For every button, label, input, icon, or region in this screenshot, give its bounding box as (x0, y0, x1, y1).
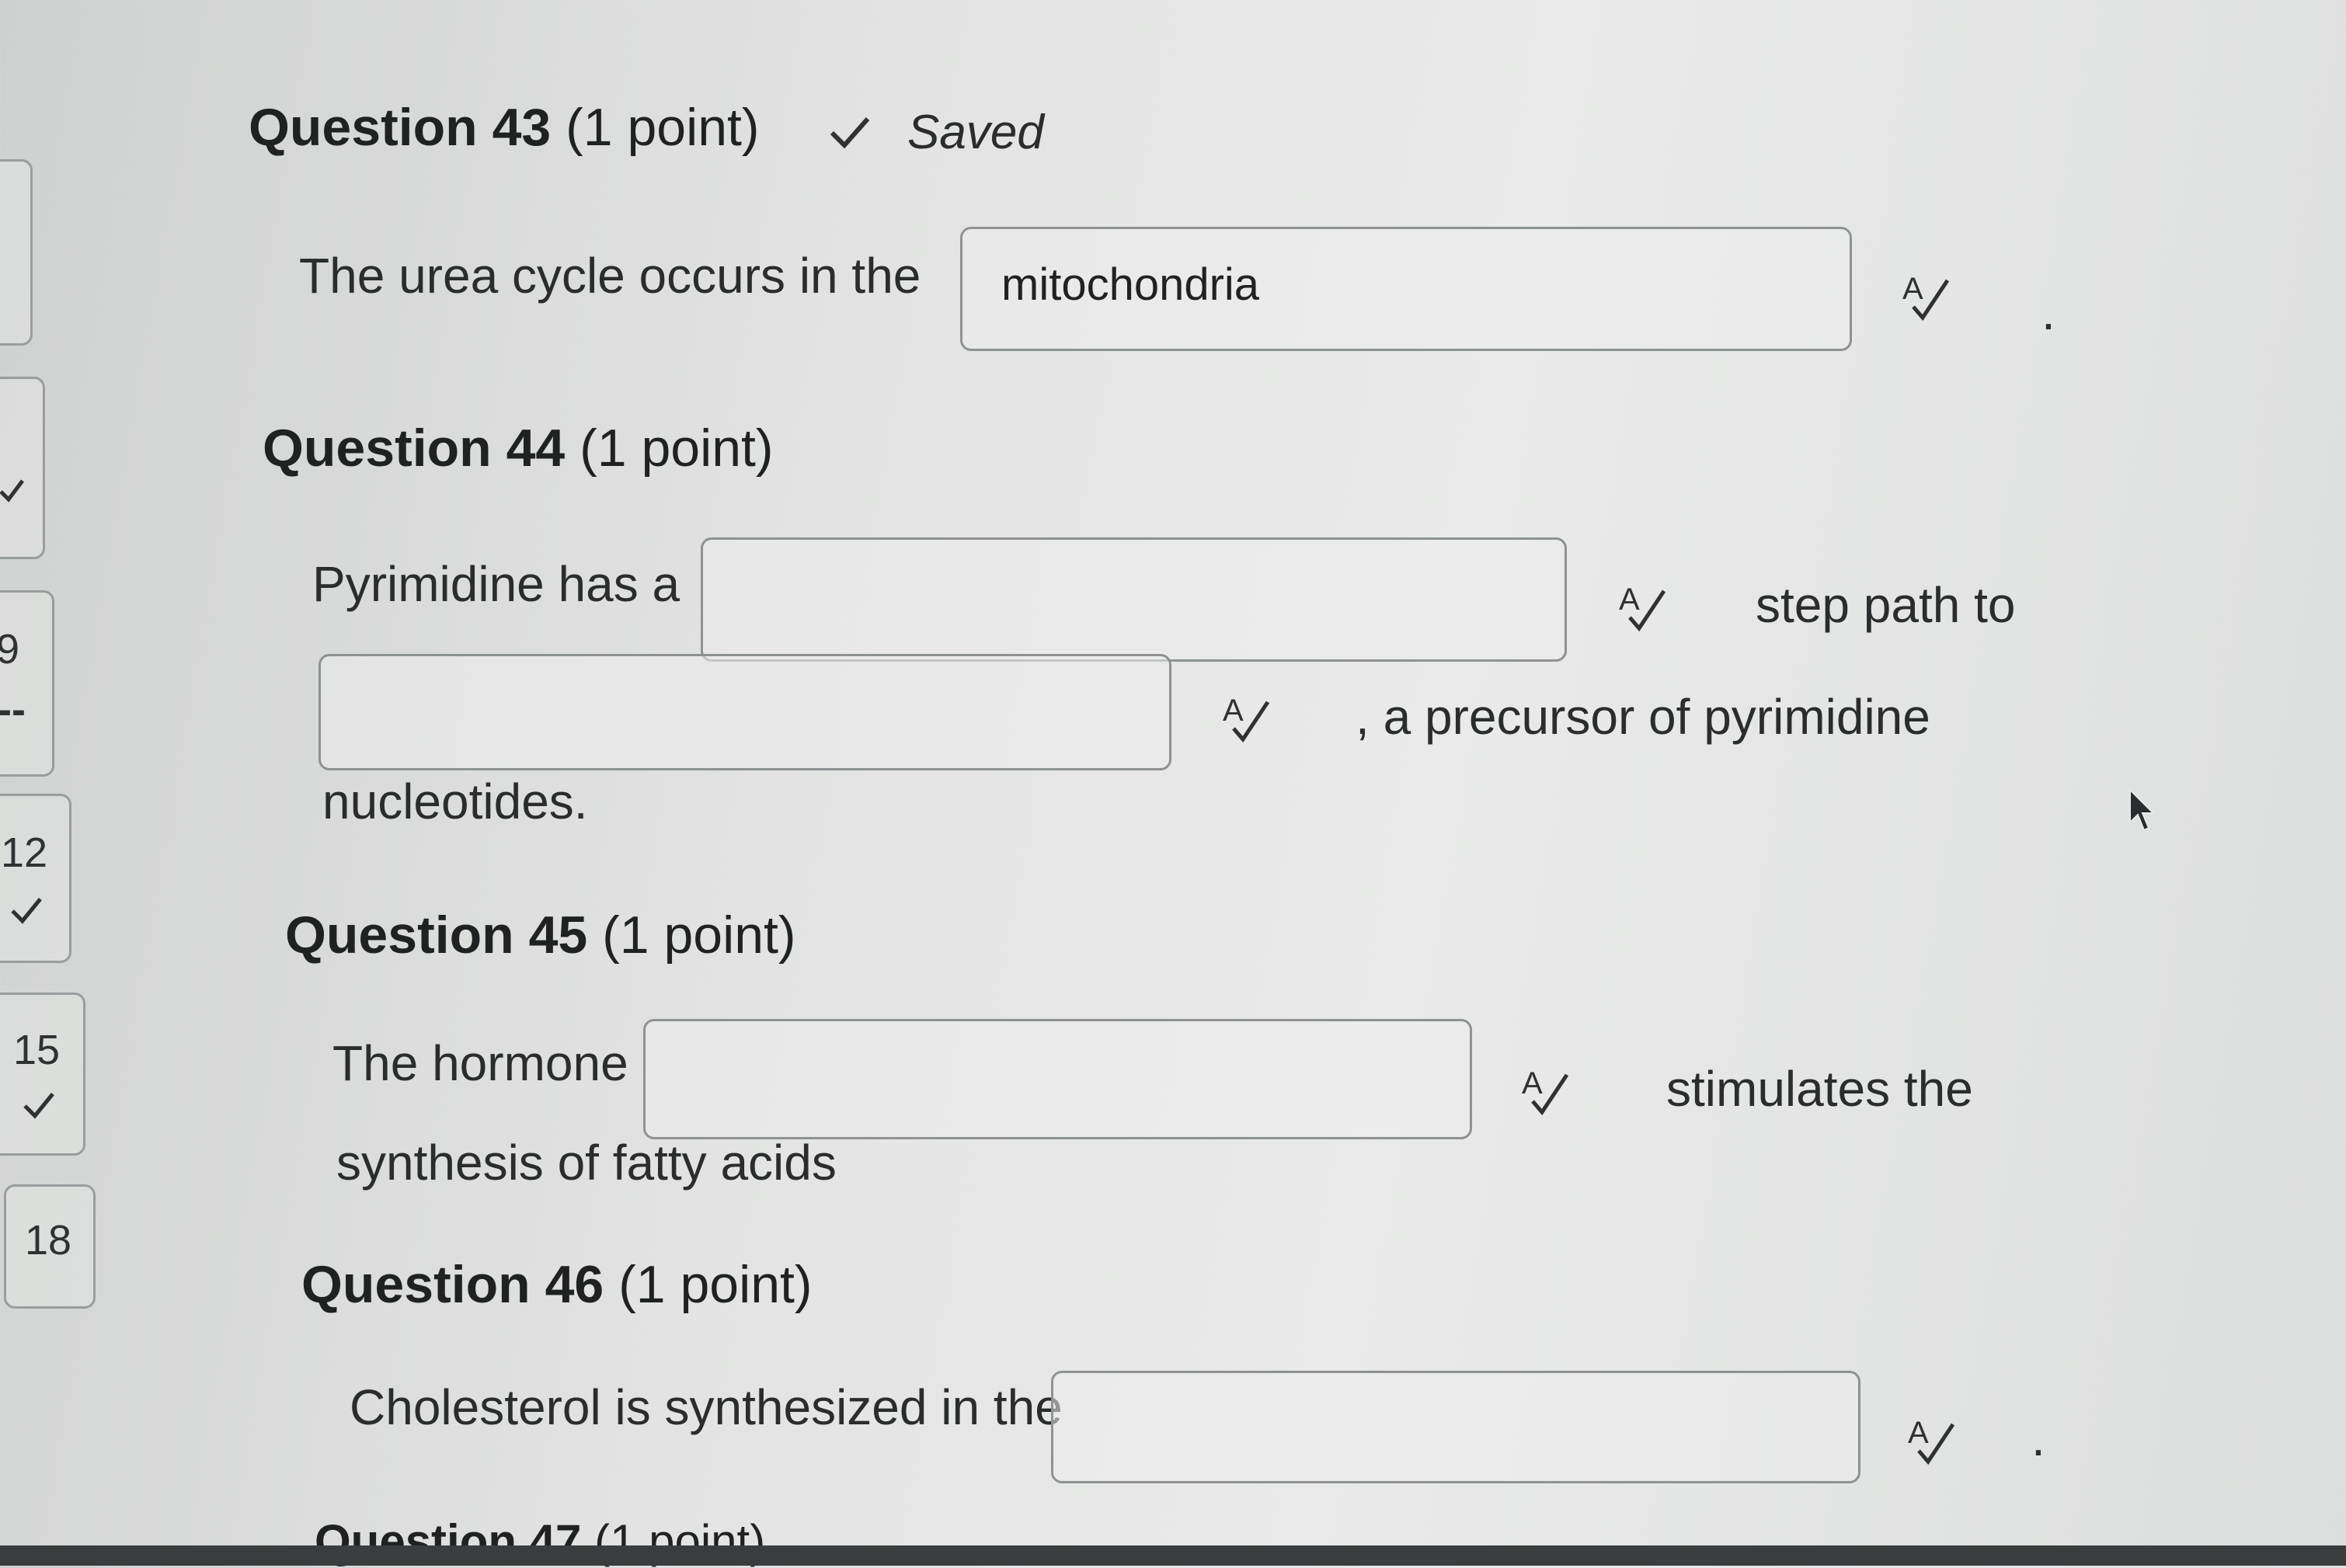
question-45-text-after: stimulates the (1666, 1061, 1973, 1117)
svg-text:A: A (1908, 1416, 1929, 1450)
nav-card-18[interactable]: 18 (4, 1184, 96, 1309)
question-43-text-before: The urea cycle occurs in the (299, 248, 921, 304)
question-45-text-end: synthesis of fatty acids (336, 1135, 837, 1191)
question-44-number: Question 44 (263, 419, 566, 478)
spellcheck-icon[interactable]: A (1616, 579, 1670, 633)
question-43-number: Question 43 (249, 98, 552, 157)
svg-text:A: A (1902, 272, 1923, 306)
svg-text:A: A (1619, 582, 1640, 617)
question-44-text-middle: step path to (1756, 577, 2016, 633)
nav-card-9-number: 9 (0, 626, 20, 673)
check-icon (23, 1093, 54, 1119)
question-44-answer-input-2[interactable] (318, 654, 1171, 770)
mouse-cursor-icon (2129, 788, 2156, 832)
question-44-points: (1 point) (580, 419, 774, 478)
check-icon (0, 479, 24, 502)
question-44-text-after: , a precursor of pyrimidine (1356, 689, 1930, 745)
question-44-text-before: Pyrimidine has a (312, 556, 680, 612)
question-45-answer-input[interactable] (643, 1019, 1472, 1139)
question-43-title: Question 43 (1 point) (249, 97, 760, 158)
question-45-points: (1 point) (602, 906, 796, 965)
question-44-title: Question 44 (1 point) (263, 418, 774, 478)
spellcheck-icon[interactable]: A (1220, 690, 1274, 744)
nav-card-12[interactable]: 12 (0, 794, 71, 963)
check-icon (11, 898, 42, 924)
spellcheck-icon[interactable]: A (1905, 1412, 1959, 1466)
nav-card-6[interactable] (0, 377, 45, 559)
nav-card-top[interactable] (0, 159, 33, 346)
question-46-text-after: . (2031, 1410, 2045, 1466)
nav-card-15-number: 15 (13, 1027, 61, 1073)
question-45-title: Question 45 (1 point) (285, 905, 796, 965)
saved-status: Saved (907, 106, 1044, 159)
question-45-text-before: The hormone (332, 1035, 628, 1091)
question-46-number: Question 46 (301, 1255, 604, 1314)
spellcheck-icon[interactable]: A (1899, 268, 1954, 322)
question-43-answer-value: mitochondria (1001, 259, 1260, 310)
question-46-title: Question 46 (1 point) (301, 1254, 813, 1315)
question-44-text-end: nucleotides. (322, 774, 588, 829)
question-43-answer-input[interactable]: mitochondria (960, 227, 1852, 351)
spellcheck-icon[interactable]: A (1519, 1062, 1573, 1117)
question-46-answer-input[interactable] (1051, 1371, 1860, 1483)
nav-card-9[interactable]: 9 -- (0, 590, 54, 777)
nav-card-18-number: 18 (25, 1217, 72, 1264)
question-46-text-before: Cholesterol is synthesized in the (350, 1379, 1063, 1435)
svg-text:A: A (1223, 694, 1244, 728)
question-46-points: (1 point) (618, 1255, 813, 1314)
saved-check-icon (830, 117, 870, 149)
screen-bezel (0, 1545, 2346, 1566)
nav-card-9-status: -- (0, 687, 26, 733)
question-44-answer-input-1[interactable] (701, 537, 1567, 662)
question-43-text-after: . (2041, 284, 2055, 340)
svg-text:A: A (1522, 1066, 1543, 1100)
nav-card-15[interactable]: 15 (0, 993, 85, 1156)
nav-card-12-number: 12 (1, 829, 48, 876)
question-45-number: Question 45 (285, 906, 588, 965)
question-43-points: (1 point) (566, 98, 760, 157)
